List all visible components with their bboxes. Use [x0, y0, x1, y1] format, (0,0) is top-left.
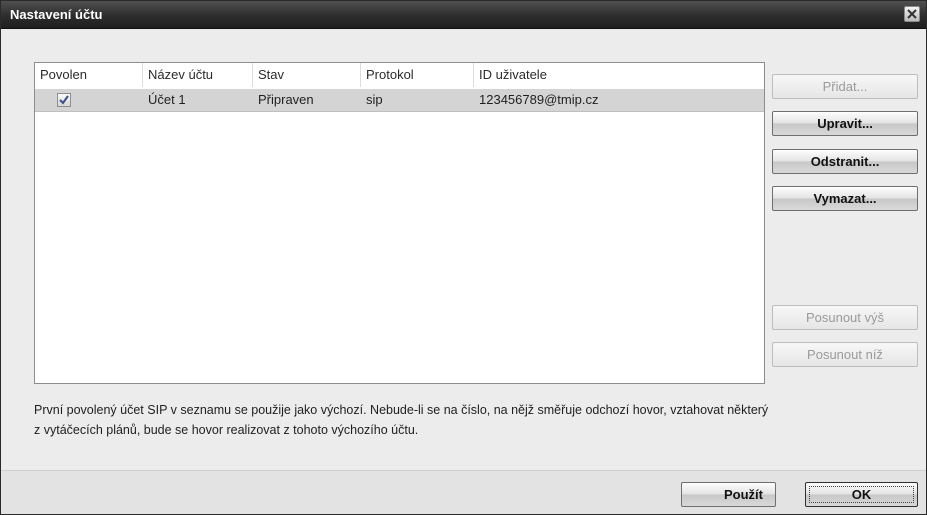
- dialog-title: Nastavení účtu: [10, 7, 103, 22]
- user-id-cell: 123456789@tmip.cz: [479, 92, 599, 107]
- column-header-enabled[interactable]: Povolen: [35, 63, 143, 87]
- ok-button-label: OK: [809, 486, 914, 503]
- account-settings-dialog: Nastavení účtu Povolen Název účtu Stav P…: [0, 0, 927, 515]
- move-up-button[interactable]: Posunout výš: [772, 305, 918, 330]
- dialog-footer: [1, 470, 926, 514]
- apply-button[interactable]: Použít: [681, 482, 776, 507]
- checkmark-icon: [59, 95, 69, 105]
- status-cell: Připraven: [258, 92, 314, 107]
- table-row[interactable]: Účet 1 Připraven sip 123456789@tmip.cz: [35, 89, 764, 112]
- edit-button[interactable]: Upravit...: [772, 111, 918, 136]
- clear-button[interactable]: Vymazat...: [772, 186, 918, 211]
- list-header: Povolen Název účtu Stav Protokol ID uživ…: [35, 63, 764, 87]
- close-icon: [907, 9, 917, 19]
- column-header-protocol[interactable]: Protokol: [361, 63, 474, 87]
- move-down-button[interactable]: Posunout níž: [772, 342, 918, 367]
- protocol-cell: sip: [366, 92, 383, 107]
- column-header-user-id[interactable]: ID uživatele: [474, 63, 764, 87]
- enabled-checkbox[interactable]: [57, 93, 71, 107]
- remove-button[interactable]: Odstranit...: [772, 149, 918, 174]
- ok-button[interactable]: OK: [805, 482, 918, 507]
- close-button[interactable]: [904, 6, 920, 22]
- column-header-status[interactable]: Stav: [253, 63, 361, 87]
- accounts-list[interactable]: Povolen Název účtu Stav Protokol ID uživ…: [34, 62, 765, 384]
- account-name-cell: Účet 1: [148, 92, 186, 107]
- column-header-account-name[interactable]: Název účtu: [143, 63, 253, 87]
- add-button[interactable]: Přidat...: [772, 74, 918, 99]
- title-bar[interactable]: Nastavení účtu: [1, 1, 926, 29]
- info-text: První povolený účet SIP v seznamu se pou…: [34, 403, 769, 437]
